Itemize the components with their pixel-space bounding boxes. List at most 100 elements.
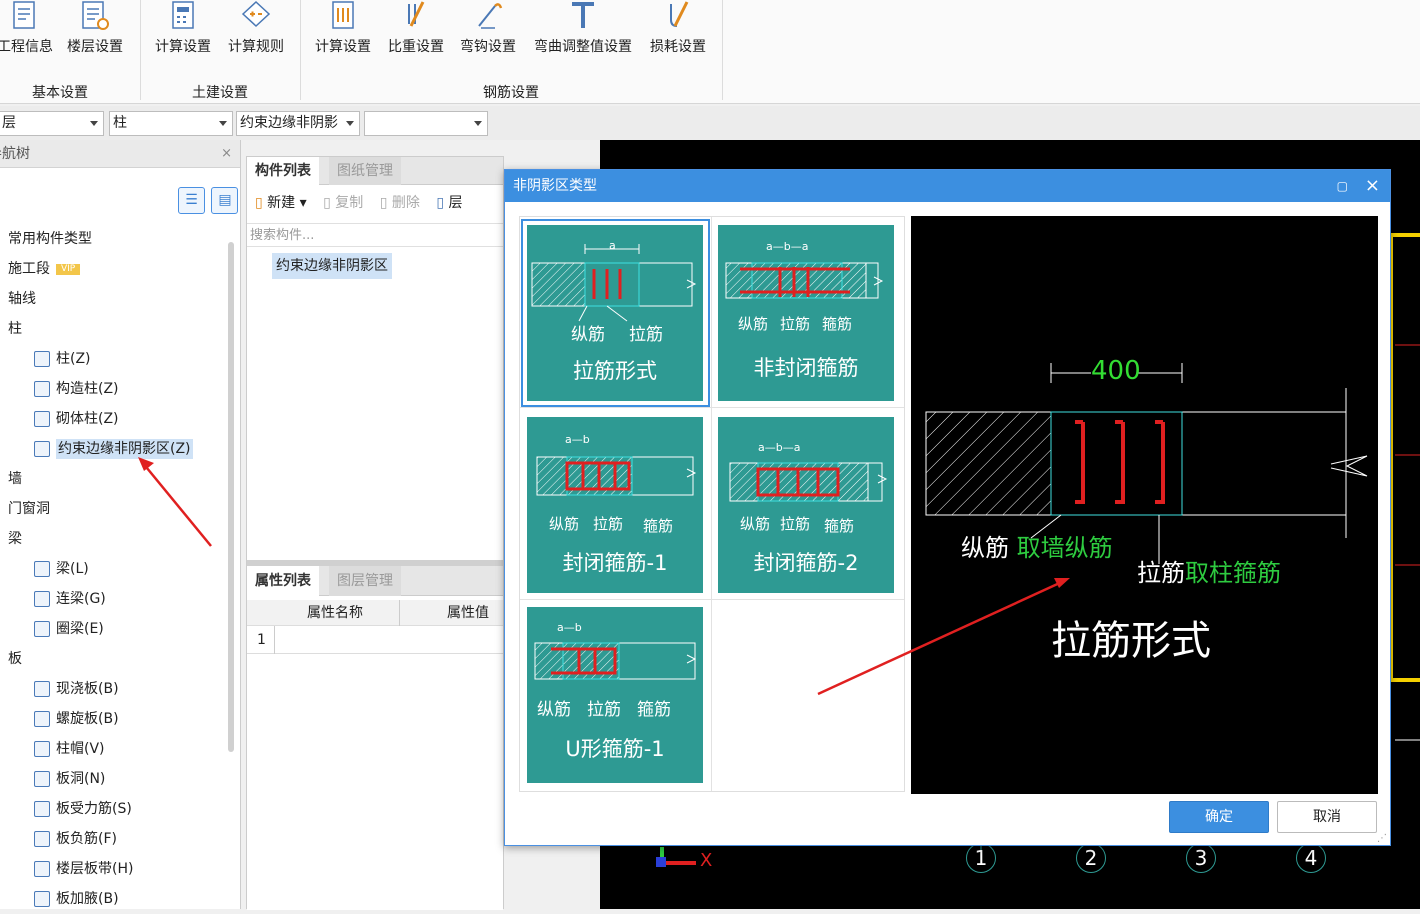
tree-item-label: 楼层板带(H) <box>56 861 134 877</box>
col-property-value: 属性值 <box>447 605 489 621</box>
floor-combo[interactable]: 层 <box>0 111 104 136</box>
tree-category[interactable]: 轴线 <box>8 284 36 314</box>
component-type-icon <box>34 801 50 817</box>
close-icon[interactable]: × <box>221 140 232 168</box>
tab-layer-management[interactable]: 图层管理 <box>329 566 401 596</box>
tree-item[interactable]: 构造柱(Z) <box>34 374 119 404</box>
floor-button[interactable]: ▯ 层 <box>436 195 462 211</box>
origin-marker <box>656 857 666 867</box>
component-type-icon <box>34 411 50 427</box>
row-number: 1 <box>257 632 266 648</box>
tree-item-label: 常用构件类型 <box>8 231 92 247</box>
component-type-combo[interactable]: 柱 <box>109 111 233 136</box>
axis-indicator: X <box>656 847 716 877</box>
component-type-icon <box>34 861 50 877</box>
tree-item[interactable]: 梁(L) <box>34 554 89 584</box>
component-panel: 构件列表 图纸管理 ▯ 新建 ▾ ▯ 复制 ▯ 删除 ▯ 层 搜索构件... 约… <box>246 156 504 910</box>
tree-item-label: 轴线 <box>8 291 36 307</box>
component-type-icon <box>34 681 50 697</box>
close-icon[interactable]: × <box>1365 170 1380 202</box>
tree-item[interactable]: 螺旋板(B) <box>34 704 119 734</box>
copy-button[interactable]: ▯ 复制 <box>323 195 363 211</box>
tab-property-list[interactable]: 属性列表 <box>247 566 319 596</box>
tree-item[interactable]: 板加腋(B) <box>34 884 119 914</box>
option-u-stirrup-1[interactable]: a—b 纵筋 拉筋 箍筋 U形箍筋-1 <box>527 607 703 783</box>
tree-item-label: 板洞(N) <box>56 771 106 787</box>
dialog-titlebar: 非阴影区类型 ▢ × <box>505 170 1390 202</box>
nav-scrollbar[interactable] <box>228 242 234 752</box>
tree-item[interactable]: 现浇板(B) <box>34 674 119 704</box>
property-row[interactable]: 1 <box>247 626 503 654</box>
tab-component-list[interactable]: 构件列表 <box>247 157 319 185</box>
component-search-input[interactable]: 搜索构件... <box>247 223 503 247</box>
calc-rules-button[interactable]: 计算规则 <box>224 0 288 60</box>
tree-item-label: 柱 <box>8 321 22 337</box>
floor-settings-button[interactable]: 楼层设置 <box>63 0 127 60</box>
non-shadow-zone-type-dialog: 非阴影区类型 ▢ × a 纵筋 拉筋 拉筋形式 a—b—a 纵筋 拉筋 箍筋 非… <box>504 169 1391 846</box>
tree-item[interactable]: 连梁(G) <box>34 584 106 614</box>
grid-line-v <box>711 217 712 791</box>
tree-item-label: 现浇板(B) <box>56 681 119 697</box>
rebar-calc-settings-button[interactable]: 计算设置 <box>311 0 375 60</box>
weight-settings-button[interactable]: 比重设置 <box>384 0 448 60</box>
preview-diagram <box>925 363 1368 564</box>
cancel-button[interactable]: 取消 <box>1277 801 1377 833</box>
ribbon-separator <box>140 0 141 100</box>
bend-adjust-settings-button[interactable]: 弯曲调整值设置 <box>530 0 636 60</box>
list-view-icon[interactable]: ☰ <box>178 187 205 214</box>
component-combo[interactable]: 约束边缘非阴影 <box>236 111 360 136</box>
tree-item[interactable]: 板负筋(F) <box>34 824 117 854</box>
delete-button[interactable]: ▯ 删除 <box>380 195 420 211</box>
new-button[interactable]: ▯ 新建 ▾ <box>255 195 307 211</box>
option-tie-form[interactable]: a 纵筋 拉筋 拉筋形式 <box>527 225 703 401</box>
tree-item-label: 圈梁(E) <box>56 621 104 637</box>
component-type-icon <box>34 561 50 577</box>
resize-grip-icon[interactable]: ⋰ <box>1377 833 1387 844</box>
tree-category[interactable]: 板 <box>8 644 22 674</box>
component-list-item[interactable]: 约束边缘非阴影区 <box>272 253 392 279</box>
tab-drawing-management[interactable]: 图纸管理 <box>329 157 401 185</box>
col-divider <box>399 600 400 626</box>
card-view-icon[interactable]: ▤ <box>211 187 239 214</box>
preview-dimension: 400 <box>1091 356 1141 386</box>
empty-combo[interactable] <box>364 111 488 136</box>
component-type-icon <box>34 891 50 907</box>
maximize-icon[interactable]: ▢ <box>1337 170 1348 202</box>
tree-category[interactable]: 梁 <box>8 524 22 554</box>
tree-category[interactable]: 施工段 VIP <box>8 254 81 284</box>
navigation-tree-panel: 导航树 × ☰ ▤ 常用构件类型施工段 VIP 轴线柱柱(Z) 构造柱(Z) 砌体柱(Z… <box>0 140 241 909</box>
tree-item-label: 螺旋板(B) <box>56 711 119 727</box>
tree-item[interactable]: 板受力筋(S) <box>34 794 132 824</box>
tree-item[interactable]: 板洞(N) <box>34 764 105 794</box>
civil-calc-settings-button[interactable]: 计算设置 <box>151 0 215 60</box>
tree-item[interactable]: 柱(Z) <box>34 344 91 374</box>
rebar-calc-icon <box>332 1 354 29</box>
tree-category[interactable]: 门窗洞 <box>8 494 50 524</box>
tree-item-label: 约束边缘非阴影区(Z) <box>56 439 193 459</box>
tree-item[interactable]: 砌体柱(Z) <box>34 404 119 434</box>
properties-section: 属性列表 图层管理 属性名称 属性值 1 <box>247 560 503 910</box>
tree-item-label: 板 <box>8 651 22 667</box>
tree-category[interactable]: 常用构件类型 <box>8 224 92 254</box>
tree-item-label: 砌体柱(Z) <box>56 411 119 427</box>
copy-icon: ▯ <box>323 195 331 211</box>
loss-settings-button[interactable]: 损耗设置 <box>646 0 710 60</box>
component-type-icon <box>34 771 50 787</box>
group-basic-settings: 基本设置 <box>32 85 88 101</box>
tree-category[interactable]: 柱 <box>8 314 22 344</box>
tree-item-label: 施工段 <box>8 261 50 277</box>
project-info-button[interactable]: 工程信息 <box>0 0 54 60</box>
axis-number-marker: 3 <box>1186 843 1216 873</box>
option-closed-stirrup-1[interactable]: a—b 纵筋 拉筋 箍筋 封闭箍筋-1 <box>527 417 703 593</box>
tree-item[interactable]: 圈梁(E) <box>34 614 104 644</box>
floor-icon: ▯ <box>436 195 445 211</box>
selector-toolbar: 层 柱 约束边缘非阴影 <box>0 106 1420 140</box>
tree-item[interactable]: 柱帽(V) <box>34 734 105 764</box>
tree-item[interactable]: 楼层板带(H) <box>34 854 133 884</box>
option-closed-stirrup-2[interactable]: a—b—a 纵筋 拉筋 箍筋 封闭箍筋-2 <box>718 417 894 593</box>
ok-button[interactable]: 确定 <box>1169 801 1269 833</box>
tree-category[interactable]: 墙 <box>8 464 22 494</box>
option-non-closed-stirrup[interactable]: a—b—a 纵筋 拉筋 箍筋 非封闭箍筋 <box>718 225 894 401</box>
tree-item[interactable]: 约束边缘非阴影区(Z) <box>34 434 193 464</box>
hook-settings-button[interactable]: 弯钩设置 <box>456 0 520 60</box>
